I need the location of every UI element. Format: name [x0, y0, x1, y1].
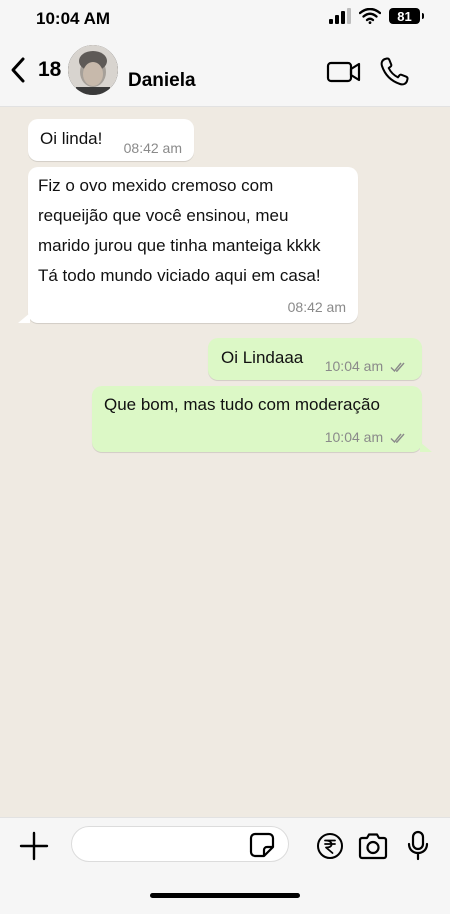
- message-bubble-incoming[interactable]: Oi linda! 08:42 am: [28, 119, 194, 161]
- sticker-button[interactable]: [249, 832, 275, 858]
- payment-button[interactable]: [316, 832, 344, 860]
- contact-name[interactable]: Daniela: [128, 70, 196, 92]
- status-icons: 81: [329, 8, 424, 24]
- camera-button[interactable]: [357, 831, 389, 861]
- message-bubble-outgoing[interactable]: Que bom, mas tudo com moderação 10:04 am: [92, 386, 432, 452]
- video-call-button[interactable]: [326, 58, 362, 86]
- wifi-icon: [359, 8, 381, 24]
- attach-button[interactable]: [18, 830, 50, 862]
- message-meta: 10:04 am: [325, 427, 408, 447]
- message-text: Oi Lindaaa: [221, 348, 304, 367]
- message-time: 08:42 am: [287, 299, 346, 315]
- message-time: 08:42 am: [123, 140, 182, 156]
- avatar[interactable]: [68, 45, 118, 95]
- unread-count[interactable]: 18: [38, 58, 61, 82]
- message-bubble-incoming[interactable]: Fiz o ovo mexido cremoso com requeijão q…: [18, 167, 358, 323]
- message-time: 10:04 am: [324, 358, 384, 374]
- message-composer: [0, 817, 450, 914]
- chat-header: 18 Daniela: [0, 40, 450, 107]
- message-meta: 10:04 am: [325, 356, 408, 376]
- microphone-button[interactable]: [406, 830, 430, 862]
- back-button[interactable]: [8, 56, 28, 84]
- home-indicator: [150, 893, 300, 898]
- message-text: Que bom, mas tudo com moderação: [104, 395, 380, 414]
- message-text: Oi linda!: [40, 129, 103, 148]
- voice-call-button[interactable]: [378, 56, 410, 88]
- bubble-tail: [18, 313, 30, 323]
- bubble-tail: [420, 442, 432, 452]
- double-check-icon: [390, 433, 405, 444]
- double-check-icon: [390, 362, 405, 373]
- battery-indicator: 81: [389, 8, 424, 24]
- message-text: Fiz o ovo mexido cremoso com requeijão q…: [38, 176, 321, 285]
- status-time: 10:04 AM: [36, 9, 111, 28]
- message-list[interactable]: Oi linda! 08:42 am Fiz o ovo mexido crem…: [0, 107, 450, 817]
- avatar-image: [68, 45, 118, 95]
- message-time: 10:04 am: [324, 429, 384, 445]
- signal-icon: [329, 8, 351, 24]
- message-bubble-outgoing[interactable]: Oi Lindaaa 10:04 am: [208, 338, 422, 380]
- status-bar: 10:04 AM 81: [0, 0, 450, 40]
